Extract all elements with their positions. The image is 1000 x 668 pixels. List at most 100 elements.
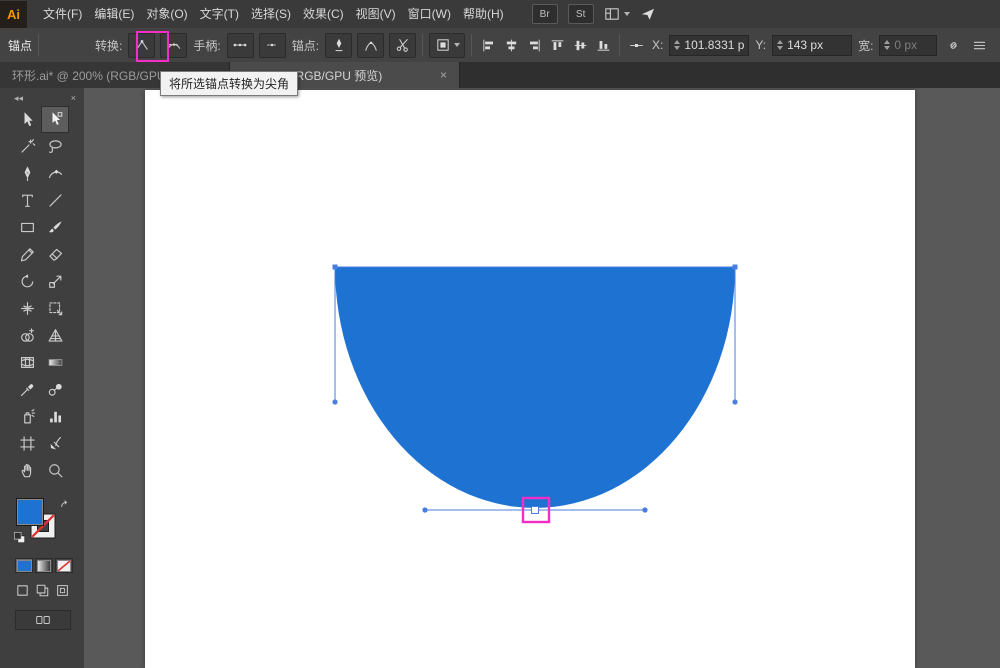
cut-path-icon[interactable]	[389, 33, 416, 58]
anchors-label: 锚点:	[292, 37, 319, 54]
pencil-tool[interactable]	[13, 241, 41, 268]
width-tool[interactable]	[13, 295, 41, 322]
document-tab-bar: 环形.ai* @ 200% (RGB/GPU @ 400% (RGB/GPU 预…	[0, 62, 1000, 88]
gradient-tool[interactable]	[41, 349, 69, 376]
menu-select[interactable]: 选择(S)	[245, 0, 297, 28]
curvature-tool[interactable]	[41, 160, 69, 187]
artboard-tool[interactable]	[13, 430, 41, 457]
hand-tool[interactable]	[13, 457, 41, 484]
convert-buttons	[128, 33, 187, 58]
constrain-proportions-icon[interactable]	[943, 35, 963, 55]
menu-bar-items: 文件(F) 编辑(E) 对象(O) 文字(T) 选择(S) 效果(C) 视图(V…	[37, 0, 510, 28]
width-stepper[interactable]	[884, 40, 890, 50]
menubar: Ai 文件(F) 编辑(E) 对象(O) 文字(T) 选择(S) 效果(C) 视…	[0, 0, 1000, 29]
draw-normal-icon[interactable]	[15, 583, 30, 598]
workspace: ◂◂ ×	[0, 88, 1000, 668]
menu-window[interactable]: 窗口(W)	[402, 0, 457, 28]
v-align-middle-icon[interactable]	[570, 35, 590, 55]
swap-fill-stroke-icon[interactable]	[58, 498, 71, 511]
default-fill-stroke-icon[interactable]	[13, 531, 26, 544]
convert-to-smooth-icon[interactable]	[160, 33, 187, 58]
x-stepper[interactable]	[674, 40, 680, 50]
separator	[422, 34, 423, 56]
stock-button[interactable]: St	[568, 4, 594, 24]
menu-file[interactable]: 文件(F)	[37, 0, 88, 28]
none-button[interactable]	[55, 558, 73, 573]
align-to-selection-dropdown[interactable]	[429, 33, 465, 58]
handle-buttons	[227, 33, 286, 58]
separator	[471, 34, 472, 56]
mesh-tool[interactable]	[13, 349, 41, 376]
workspace-switcher[interactable]	[604, 6, 630, 22]
remove-anchor-icon[interactable]	[325, 33, 352, 58]
color-button[interactable]	[15, 558, 33, 573]
canvas-area[interactable]	[84, 88, 1000, 668]
tooltip: 将所选锚点转换为尖角	[160, 71, 298, 96]
rectangle-tool[interactable]	[13, 214, 41, 241]
paintbrush-tool[interactable]	[41, 214, 69, 241]
color-swatch	[17, 560, 32, 572]
line-segment-tool[interactable]	[41, 187, 69, 214]
draw-inside-icon[interactable]	[55, 583, 70, 598]
y-label: Y:	[755, 38, 766, 52]
eraser-tool[interactable]	[41, 241, 69, 268]
connect-path-icon[interactable]	[357, 33, 384, 58]
isolate-object-icon[interactable]	[626, 35, 646, 55]
magic-wand-tool[interactable]	[13, 133, 41, 160]
lasso-tool[interactable]	[41, 133, 69, 160]
hide-handles-icon[interactable]	[259, 33, 286, 58]
share-icon[interactable]	[640, 6, 656, 22]
type-tool[interactable]	[13, 187, 41, 214]
h-align-right-icon[interactable]	[524, 35, 544, 55]
menu-object[interactable]: 对象(O)	[140, 0, 193, 28]
y-stepper[interactable]	[777, 40, 783, 50]
illustrator-logo: Ai	[0, 1, 27, 28]
direct-selection-tool[interactable]	[41, 106, 69, 133]
convert-to-corner-icon[interactable]	[128, 33, 155, 58]
more-options-icon[interactable]	[969, 35, 989, 55]
close-panel-icon[interactable]: ×	[71, 93, 76, 103]
show-handles-icon[interactable]	[227, 33, 254, 58]
menu-type[interactable]: 文字(T)	[194, 0, 245, 28]
separator	[619, 34, 620, 56]
draw-behind-icon[interactable]	[35, 583, 50, 598]
h-align-left-icon[interactable]	[478, 35, 498, 55]
gradient-button[interactable]	[35, 558, 53, 573]
pen-tool[interactable]	[13, 160, 41, 187]
menu-view[interactable]: 视图(V)	[350, 0, 402, 28]
selected-shape-semicircle[interactable]	[335, 267, 735, 508]
selected-anchor-point[interactable]	[532, 507, 539, 514]
width-input[interactable]: 0 px	[879, 35, 937, 56]
rotate-tool[interactable]	[13, 268, 41, 295]
handles-label: 手柄:	[193, 37, 220, 54]
workspace-icon	[604, 6, 620, 22]
y-input[interactable]: 143 px	[772, 35, 852, 56]
screen-mode-button[interactable]	[15, 610, 71, 630]
collapse-panel-icon[interactable]: ◂◂	[14, 93, 23, 103]
x-input[interactable]: 101.8331 px	[669, 35, 749, 56]
convert-label: 转换:	[95, 37, 122, 54]
close-tab-icon[interactable]: ×	[440, 68, 447, 82]
free-transform-tool[interactable]	[41, 295, 69, 322]
column-graph-tool[interactable]	[41, 403, 69, 430]
shape-builder-tool[interactable]	[13, 322, 41, 349]
blend-tool[interactable]	[41, 376, 69, 403]
menu-edit[interactable]: 编辑(E)	[88, 0, 140, 28]
symbol-sprayer-tool[interactable]	[13, 403, 41, 430]
v-align-bottom-icon[interactable]	[593, 35, 613, 55]
perspective-grid-tool[interactable]	[41, 322, 69, 349]
menu-effect[interactable]: 效果(C)	[297, 0, 350, 28]
tools-panel: ◂◂ ×	[0, 88, 85, 668]
bridge-button[interactable]: Br	[532, 4, 558, 24]
eyedropper-tool[interactable]	[13, 376, 41, 403]
slice-tool[interactable]	[41, 430, 69, 457]
fill-swatch[interactable]	[16, 498, 44, 526]
menu-help[interactable]: 帮助(H)	[457, 0, 510, 28]
selection-tool[interactable]	[13, 106, 41, 133]
h-align-center-icon[interactable]	[501, 35, 521, 55]
scale-tool[interactable]	[41, 268, 69, 295]
v-align-top-icon[interactable]	[547, 35, 567, 55]
menubar-right: Br St	[532, 4, 656, 24]
zoom-tool[interactable]	[41, 457, 69, 484]
paint-style-buttons	[15, 558, 84, 573]
